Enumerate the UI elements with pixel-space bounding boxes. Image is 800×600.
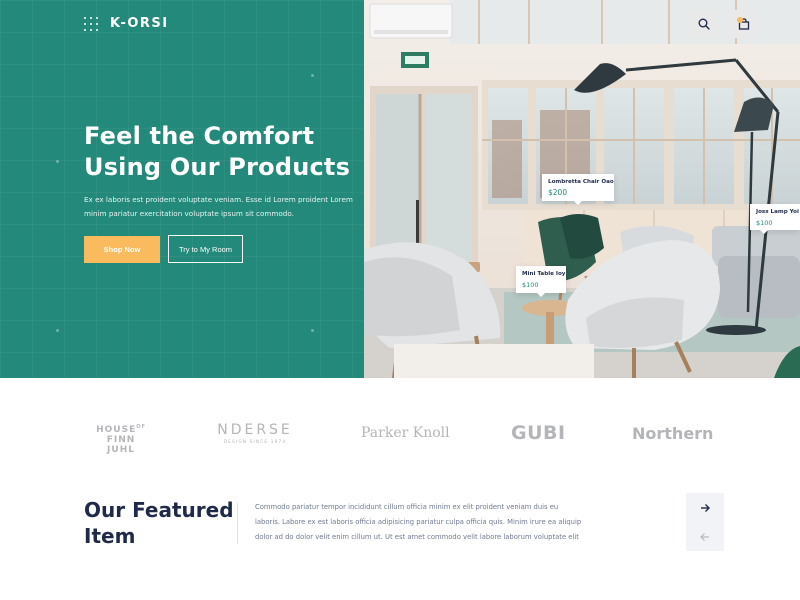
brand-logo-text: NDERSE bbox=[217, 422, 293, 438]
brand-logo-parker-knoll: Parker Knoll bbox=[361, 425, 450, 441]
brand-logo-tagline: DESIGN SINCE 1974 bbox=[223, 439, 287, 444]
prev-button[interactable] bbox=[686, 522, 724, 551]
product-tag-price: $200 bbox=[548, 188, 568, 197]
shop-now-button[interactable]: Shop Now bbox=[84, 236, 160, 263]
featured-description: Commodo pariatur tempor incididunt cillu… bbox=[255, 503, 582, 541]
product-tag-name: Lombretta Chair Oao bbox=[548, 179, 614, 185]
brand-logo-gubi: GUBI bbox=[511, 422, 566, 444]
hero-section: K-ORSI Feel the Comfort Using Our Produc… bbox=[0, 0, 800, 378]
decor-dot bbox=[311, 329, 314, 332]
brand-logo-text: FINN JUHL bbox=[106, 435, 136, 455]
brand-logo-text: OF bbox=[136, 424, 146, 430]
featured-title-line1: Our Featured bbox=[84, 498, 234, 522]
brand-logo-northern: Northern bbox=[632, 424, 714, 443]
brand-logo[interactable]: K-ORSI bbox=[84, 16, 169, 31]
featured-title: Our Featured Item bbox=[84, 497, 234, 549]
cart-badge bbox=[737, 17, 743, 23]
grid-menu-icon[interactable] bbox=[84, 16, 98, 31]
try-in-room-button[interactable]: Try to My Room bbox=[168, 235, 243, 263]
hero-title-line2: Using Our Products bbox=[84, 153, 351, 181]
product-tag-lamp[interactable]: Joss Lamp Yoi $100 bbox=[750, 204, 800, 234]
cart-button[interactable] bbox=[730, 10, 758, 38]
next-button[interactable] bbox=[686, 493, 724, 522]
product-tag-chair[interactable]: Lombretta Chair Oao $200 bbox=[542, 174, 614, 205]
product-tag-price: $100 bbox=[522, 281, 539, 289]
featured-divider bbox=[237, 503, 238, 544]
hero-subtitle: Ex ex laboris est proident voluptate ven… bbox=[84, 195, 353, 218]
brand-name: K-ORSI bbox=[110, 16, 169, 31]
brand-logo-house-of-finn-juhl: HOUSEOF FINN JUHL bbox=[93, 422, 149, 455]
product-tag-name: Mini Table Ioy bbox=[522, 271, 566, 277]
brand-logo-text: HOUSE bbox=[96, 425, 137, 435]
featured-title-line2: Item bbox=[84, 524, 136, 548]
product-tag-name: Joss Lamp Yoi bbox=[756, 209, 799, 215]
brand-logo-nderse: NDERSE DESIGN SINCE 1974 bbox=[216, 422, 294, 444]
hero-title-line1: Feel the Comfort bbox=[84, 122, 315, 150]
product-tag-price: $100 bbox=[756, 219, 773, 227]
hero-panel: K-ORSI Feel the Comfort Using Our Produc… bbox=[0, 0, 364, 378]
decor-dot bbox=[56, 160, 59, 163]
brand-logos-row: HOUSEOF FINN JUHL NDERSE DESIGN SINCE 19… bbox=[0, 410, 800, 460]
search-icon bbox=[698, 18, 710, 30]
search-button[interactable] bbox=[690, 10, 718, 38]
hero-title: Feel the Comfort Using Our Products bbox=[84, 121, 354, 183]
decor-dot bbox=[311, 74, 314, 77]
featured-nav bbox=[686, 493, 724, 551]
arrow-left-icon bbox=[700, 532, 709, 541]
arrow-right-icon bbox=[701, 503, 710, 512]
product-tag-table[interactable]: Mini Table Ioy $100 bbox=[516, 266, 566, 297]
decor-dot bbox=[56, 329, 59, 332]
